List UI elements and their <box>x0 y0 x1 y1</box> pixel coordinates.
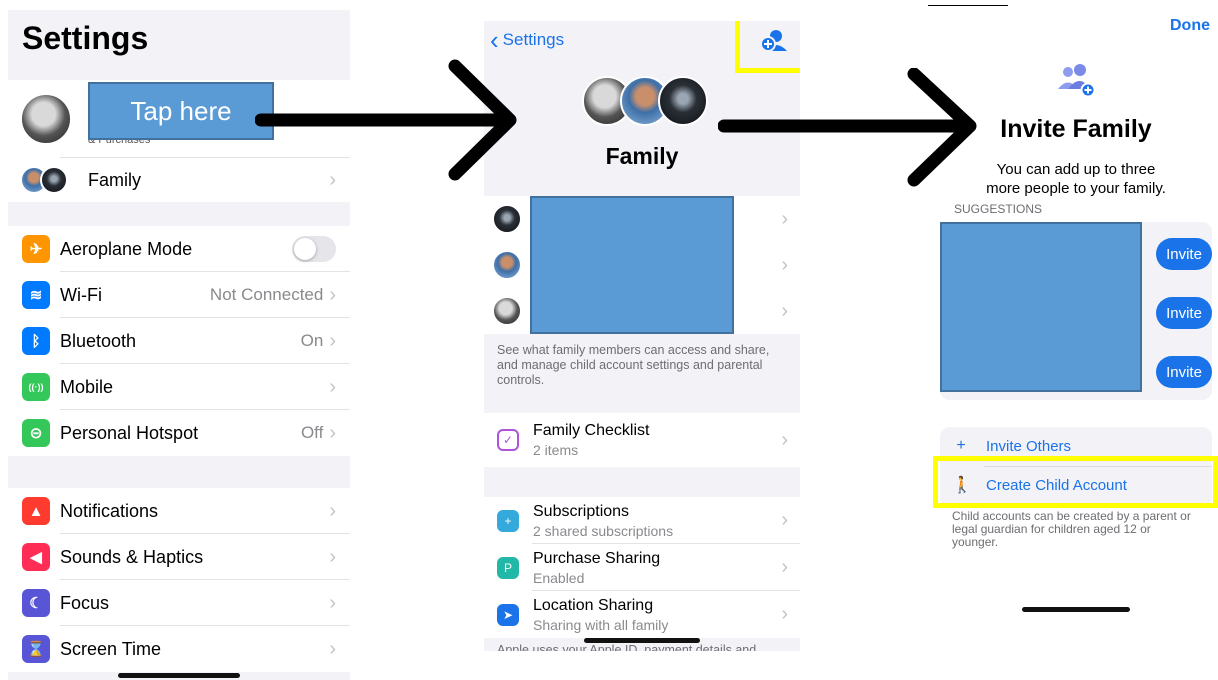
services-group: + Subscriptions 2 shared subscriptions › P Pu… <box>484 497 800 638</box>
chevron-right-icon: › <box>781 603 788 625</box>
row-subtitle: Enabled <box>533 569 585 586</box>
highlight-box <box>933 456 1218 508</box>
chevron-right-icon: › <box>329 591 336 614</box>
chevron-right-icon: › <box>329 637 336 660</box>
chevron-right-icon: › <box>329 375 336 398</box>
family-note: See what family members can access and s… <box>497 343 770 387</box>
done-button[interactable]: Done <box>1170 17 1210 35</box>
row-label: Screen Time <box>60 638 162 659</box>
row-title: Purchase Sharing <box>533 549 661 567</box>
service-row-purchase-sharing[interactable]: P Purchase Sharing Enabled › <box>484 544 800 591</box>
option-label: Invite Others <box>986 437 1072 455</box>
row-label: Personal Hotspot <box>60 422 199 443</box>
chevron-right-icon: › <box>329 329 336 352</box>
antenna-icon: ((·)) <box>22 373 50 401</box>
tap-here-annotation: Tap here <box>88 82 274 140</box>
row-subtitle: 2 items <box>533 442 579 458</box>
invite-button[interactable]: Invite <box>1156 238 1212 270</box>
plus-icon: + <box>956 437 966 454</box>
chevron-right-icon: › <box>781 428 788 451</box>
notifications-group: ▲ Notifications › ◀ Sounds & Haptics › ☾ Focus ›… <box>8 488 350 672</box>
checklist-group: ✓ Family Checklist 2 items › <box>484 413 800 467</box>
chevron-right-icon: › <box>329 283 336 306</box>
avatar <box>492 296 522 326</box>
settings-row-wi-fi[interactable]: ≋ Wi-Fi Not Connected › <box>8 272 350 318</box>
settings-row-bluetooth[interactable]: ᛒ Bluetooth On › <box>8 318 350 364</box>
service-row-location-sharing[interactable]: ➤ Location Sharing Sharing with all family… <box>484 591 800 638</box>
speaker-icon: ◀ <box>22 543 50 571</box>
row-title: Location Sharing <box>533 596 654 614</box>
invite-button[interactable]: Invite <box>1156 356 1212 388</box>
suggestions-label: SUGGESTIONS <box>954 202 1043 216</box>
row-title: Family Checklist <box>533 422 650 439</box>
home-indicator <box>584 638 700 643</box>
home-indicator <box>118 673 240 678</box>
settings-row-sounds-haptics[interactable]: ◀ Sounds & Haptics › <box>8 534 350 580</box>
page-title: Settings <box>22 20 149 56</box>
checklist-icon: ✓ <box>497 429 519 451</box>
chevron-right-icon: › <box>781 299 788 322</box>
row-value: Not Connected <box>209 285 324 304</box>
row-label: Bluetooth <box>60 330 137 351</box>
invite-button[interactable]: Invite <box>1156 297 1212 329</box>
chevron-right-icon: › <box>781 253 788 276</box>
row-label: Wi-Fi <box>60 284 102 305</box>
add-family-member-icon[interactable] <box>760 27 788 58</box>
back-button[interactable]: ‹ Settings <box>490 27 564 53</box>
top-edge-line <box>928 5 1008 6</box>
settings-row-focus[interactable]: ☾ Focus › <box>8 580 350 626</box>
row-title: Subscriptions <box>533 502 630 520</box>
avatar <box>492 204 522 234</box>
wifi-icon: ≋ <box>22 281 50 309</box>
settings-row-screen-time[interactable]: ⌛ Screen Time › <box>8 626 350 672</box>
avatar <box>492 250 522 280</box>
row-label: Focus <box>60 592 110 613</box>
invite-others-button[interactable]: + Invite Others <box>952 437 1071 455</box>
home-indicator <box>1022 607 1130 612</box>
arrow-right-icon <box>255 59 517 181</box>
row-label: Sounds & Haptics <box>60 546 204 567</box>
purchase-sharing-icon: P <box>497 556 519 579</box>
settings-row-aeroplane-mode[interactable]: ✈ Aeroplane Mode <box>8 226 350 272</box>
location-arrow-icon: ➤ <box>497 603 519 626</box>
row-value: Off <box>300 423 324 442</box>
row-subtitle: 2 shared subscriptions <box>533 522 674 539</box>
add-people-icon <box>1056 63 1096 102</box>
hourglass-icon: ⌛ <box>22 635 50 663</box>
moon-icon: ☾ <box>22 589 50 617</box>
service-row-subscriptions[interactable]: + Subscriptions 2 shared subscriptions › <box>484 497 800 544</box>
notification-bell-icon: ▲ <box>22 497 50 525</box>
settings-row-personal-hotspot[interactable]: ⊝ Personal Hotspot Off › <box>8 410 350 456</box>
redaction-box <box>530 196 734 334</box>
chevron-right-icon: › <box>329 499 336 522</box>
chevron-right-icon: › <box>781 556 788 578</box>
footer-note: Apple uses your Apple ID, payment detail… <box>497 643 757 651</box>
row-subtitle: Sharing with all family <box>533 616 669 633</box>
family-checklist-row[interactable]: ✓ Family Checklist 2 items › <box>484 413 800 467</box>
chevron-left-icon: ‹ <box>490 25 499 55</box>
family-avatars <box>582 76 708 126</box>
hotspot-icon: ⊝ <box>22 419 50 447</box>
back-label: Settings <box>502 30 565 49</box>
family-avatars <box>20 166 68 194</box>
arrow-right-icon <box>718 68 977 187</box>
row-value: On <box>300 331 324 350</box>
chevron-right-icon: › <box>329 545 336 568</box>
settings-row-notifications[interactable]: ▲ Notifications › <box>8 488 350 534</box>
row-label: Notifications <box>60 500 159 521</box>
chevron-right-icon: › <box>329 421 336 444</box>
aeroplane-toggle[interactable] <box>292 236 336 262</box>
connectivity-group: ✈ Aeroplane Mode ≋ Wi-Fi Not Connected › ᛒ Blue… <box>8 226 350 456</box>
redaction-box <box>940 222 1142 392</box>
airplane-icon: ✈ <box>22 235 50 263</box>
row-label: Mobile <box>60 376 114 397</box>
chevron-right-icon: › <box>781 509 788 531</box>
avatar <box>20 93 72 145</box>
chevron-right-icon: › <box>781 207 788 230</box>
subscriptions-icon: + <box>497 509 519 532</box>
settings-row-mobile[interactable]: ((·)) Mobile › <box>8 364 350 410</box>
row-label: Aeroplane Mode <box>60 238 193 259</box>
bluetooth-icon: ᛒ <box>22 327 50 355</box>
child-account-note: Child accounts can be created by a paren… <box>952 509 1191 549</box>
